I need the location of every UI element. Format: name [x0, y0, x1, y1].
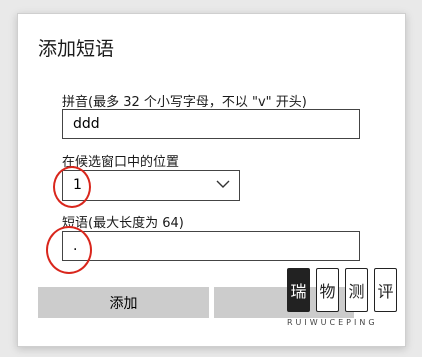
annotation-circle-position — [53, 166, 91, 208]
watermark-char: 物 — [316, 268, 339, 312]
watermark-char: 测 — [345, 268, 368, 312]
watermark-logo: 瑞 物 测 评 RUIWUCEPING — [287, 268, 399, 344]
annotation-circle-phrase — [46, 226, 92, 274]
phrase-input[interactable]: . — [62, 231, 360, 261]
chevron-down-icon — [215, 178, 231, 194]
dialog-title: 添加短语 — [38, 38, 115, 60]
pinyin-label: 拼音(最多 32 个小写字母，不以 "v" 开头) — [62, 95, 307, 110]
pinyin-input[interactable]: ddd — [62, 109, 360, 139]
watermark-latin: RUIWUCEPING — [287, 318, 378, 327]
watermark-char: 瑞 — [287, 268, 310, 312]
add-button[interactable]: 添加 — [38, 287, 209, 318]
watermark-char: 评 — [374, 268, 397, 312]
